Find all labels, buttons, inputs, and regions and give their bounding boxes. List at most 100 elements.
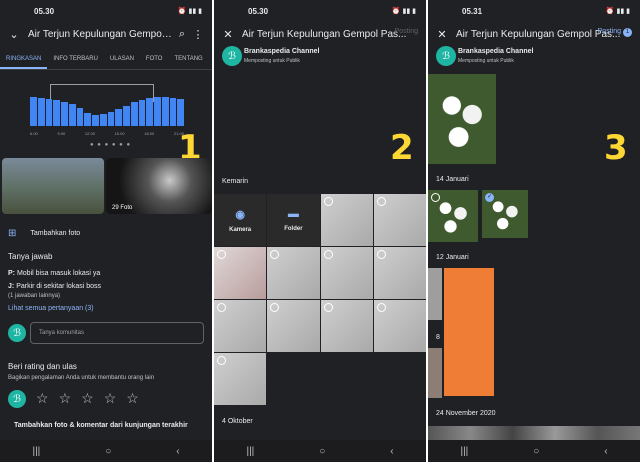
tab-info-terbaru[interactable]: INFO TERBARU [47, 56, 104, 62]
close-icon[interactable]: ✕ [434, 28, 450, 41]
star-icon[interactable]: ☆ [36, 390, 49, 407]
home-icon[interactable]: ○ [533, 446, 539, 457]
photo-strip[interactable] [428, 426, 640, 440]
axis-tick: 9.00 [57, 131, 66, 136]
tab-foto[interactable]: FOTO [140, 56, 169, 62]
step-number: 2 [390, 128, 414, 168]
chart-bar [53, 99, 60, 126]
close-icon[interactable]: ✕ [220, 28, 236, 41]
more-icon[interactable]: ⋮ [190, 28, 206, 41]
select-circle[interactable] [270, 303, 280, 312]
select-circle[interactable] [217, 303, 226, 312]
home-icon[interactable]: ○ [319, 446, 325, 457]
posting-button[interactable]: Posting [395, 28, 418, 35]
select-circle[interactable] [217, 356, 226, 365]
redacted-block [444, 268, 494, 396]
system-nav-bar: ||| ○ ‹ [0, 440, 212, 462]
tab-tentang[interactable]: TENTANG [168, 56, 208, 62]
chart-bar [169, 98, 177, 126]
system-nav-bar: ||| ○ ‹ [428, 440, 640, 462]
select-circle[interactable] [323, 250, 333, 259]
photo-thumbnail[interactable] [373, 247, 426, 299]
user-avatar: ℬ [8, 390, 26, 408]
select-circle[interactable] [323, 197, 333, 206]
search-icon[interactable]: ⌕ [174, 28, 190, 41]
section-jan12: 12 Januari [436, 254, 469, 261]
post-visibility: Memposting untuk Publik [244, 58, 300, 64]
recents-icon[interactable]: ||| [32, 446, 40, 457]
photo-thumbnail[interactable] [320, 247, 373, 299]
photo-thumbnail[interactable] [214, 353, 267, 405]
select-circle[interactable] [217, 250, 226, 259]
tab-ringkasan[interactable]: RINGKASAN [0, 56, 48, 69]
photo-thumbnail[interactable] [373, 300, 426, 352]
status-time: 05.30 [34, 6, 55, 16]
check-icon[interactable]: ✓ [485, 193, 494, 202]
chart-bar [177, 98, 184, 126]
photo-thumbnail[interactable] [267, 300, 320, 352]
q-prefix: P: [8, 270, 15, 277]
post-visibility: Memposting untuk Publik [458, 58, 514, 64]
back-icon[interactable]: ‹ [390, 446, 393, 457]
place-photo[interactable] [2, 158, 104, 214]
photo-thumbnail[interactable] [214, 300, 267, 352]
axis-tick: 18.00 [144, 131, 155, 136]
photo-thumbnail[interactable] [267, 247, 320, 299]
folder-tile[interactable]: ▬ Folder [267, 194, 320, 246]
section-jan14: 14 Januari [436, 176, 469, 183]
step-number: 3 [604, 128, 628, 168]
rate-subtitle: Bagikan pengalaman Anda untuk membantu o… [8, 375, 155, 381]
photo-thumbnail-selected[interactable]: ✓ [482, 190, 528, 238]
chart-bar [154, 97, 161, 126]
chevron-down-icon[interactable]: ⌄ [6, 28, 22, 41]
star-icon[interactable]: ☆ [59, 390, 72, 407]
ask-community-input[interactable]: Tanya komunitas [30, 322, 204, 344]
place-photo-gallery[interactable]: 29 Foto [106, 158, 212, 214]
selected-photo-preview[interactable] [428, 74, 496, 164]
add-comment-prompt[interactable]: Tambahkan foto & komentar dari kunjungan… [14, 422, 188, 429]
camera-tile[interactable]: ◉ Kamera [214, 194, 267, 246]
photo-thumbnail[interactable] [428, 190, 478, 242]
select-circle[interactable] [323, 303, 333, 312]
section-october: 4 Oktober [222, 418, 253, 425]
photo-thumbnail[interactable] [320, 194, 373, 246]
select-circle[interactable] [376, 197, 386, 206]
star-icon[interactable]: ☆ [104, 390, 117, 407]
question: P: Mobil bisa masuk lokasi ya [8, 270, 100, 277]
home-icon[interactable]: ○ [105, 446, 111, 457]
chart-bar [84, 113, 91, 126]
photo-thumbnail[interactable] [214, 247, 267, 299]
back-icon[interactable]: ‹ [176, 446, 179, 457]
rate-heading: Beri rating dan ulas [8, 362, 77, 371]
axis-tick: 12.00 [84, 131, 95, 136]
photo-thumbnail[interactable] [428, 348, 442, 398]
channel-avatar: ℬ [222, 46, 242, 66]
see-all-questions-link[interactable]: Lihat semua pertanyaan (3) [8, 305, 94, 312]
posting-button[interactable]: Posting 1 [598, 28, 632, 37]
star-icon[interactable]: ☆ [81, 390, 94, 407]
question-text: Mobil bisa masuk lokasi ya [16, 270, 101, 277]
photo-thumbnail[interactable] [373, 194, 426, 246]
photo-thumbnail[interactable] [320, 300, 373, 352]
add-photo-label: Tambahkan foto [30, 230, 81, 237]
status-time: 05.30 [248, 6, 269, 16]
chart-bar [115, 109, 122, 126]
recents-icon[interactable]: ||| [246, 446, 254, 457]
select-circle[interactable] [376, 250, 386, 259]
select-circle[interactable] [376, 303, 386, 312]
back-icon[interactable]: ‹ [604, 446, 607, 457]
place-title: Air Terjun Kepulungan Gempol Pas... [242, 28, 407, 40]
posting-label: Posting [597, 28, 621, 35]
tab-ulasan[interactable]: ULASAN [104, 56, 140, 62]
select-circle[interactable] [431, 193, 440, 202]
photo-thumbnail[interactable] [428, 268, 442, 320]
status-time: 05.31 [462, 6, 483, 16]
qa-heading: Tanya jawab [8, 252, 53, 261]
chart-bar [130, 102, 138, 126]
star-icon[interactable]: ☆ [126, 390, 139, 407]
add-photo-button[interactable]: ⊞ Tambahkan foto [8, 228, 80, 239]
select-circle[interactable] [270, 250, 280, 259]
chart-bar [76, 108, 84, 126]
recents-icon[interactable]: ||| [460, 446, 468, 457]
photo-count: 29 Foto [112, 205, 133, 211]
